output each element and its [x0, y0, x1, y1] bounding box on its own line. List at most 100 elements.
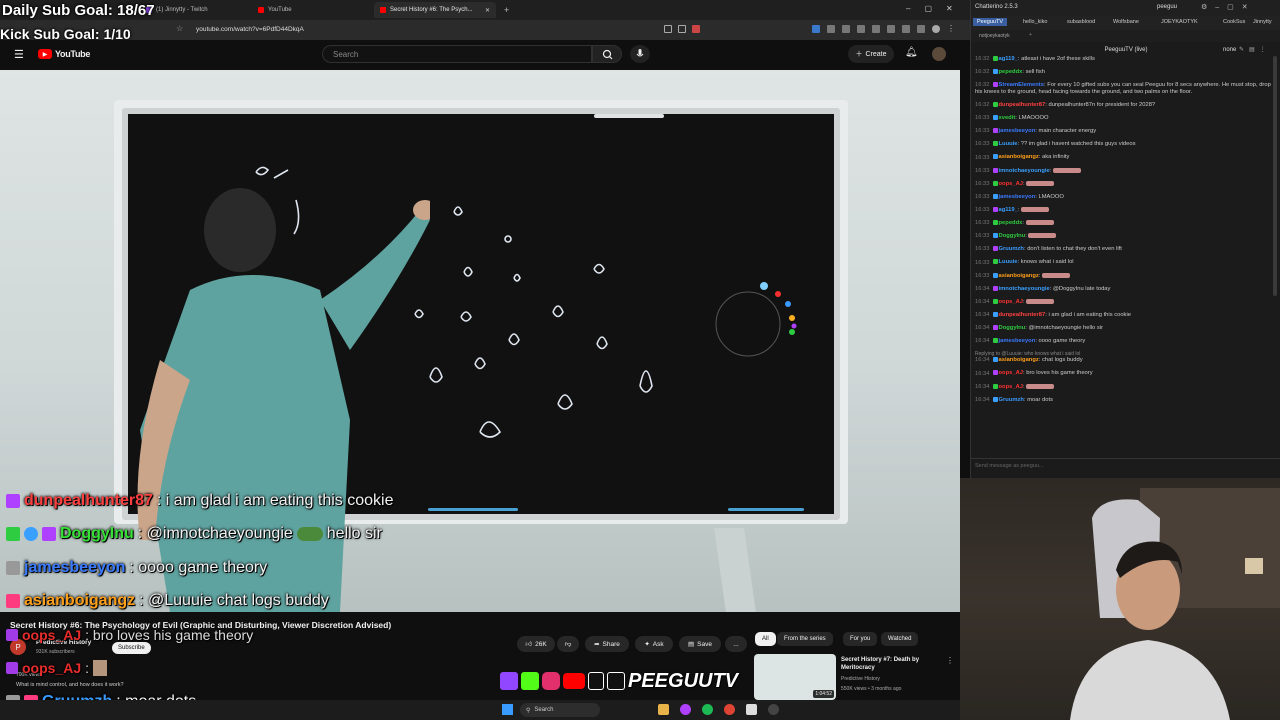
dislike-button[interactable]: 👎︎: [557, 636, 579, 652]
search-button[interactable]: [592, 45, 622, 63]
spotify-icon[interactable]: [702, 704, 713, 715]
chat-username[interactable]: imnotchaeyoungie: [999, 286, 1050, 292]
youtube-play-icon: ▶: [38, 49, 52, 59]
chat-username[interactable]: ag119_: [999, 56, 1018, 62]
chip-from-series[interactable]: From the series: [777, 632, 833, 646]
extension-icon[interactable]: [827, 25, 835, 33]
chat-username[interactable]: jamesbeeyon: [999, 194, 1036, 200]
suggested-thumbnail[interactable]: 1:04:52: [754, 654, 836, 700]
chat-username[interactable]: jamesbeeyon: [999, 128, 1036, 134]
bookmark-icon[interactable]: ☆: [176, 24, 183, 33]
chat-username[interactable]: jamesbeeyon: [999, 338, 1036, 344]
chat-username[interactable]: DoggyInu: [999, 325, 1026, 331]
chat-username[interactable]: asianboigangz: [999, 155, 1039, 161]
youtube-logo[interactable]: ▶ YouTube: [38, 49, 90, 59]
chat-badge-icon: [992, 325, 998, 331]
window-controls[interactable]: –▢✕: [906, 4, 967, 13]
chat-username[interactable]: ag119_: [999, 207, 1018, 213]
chat-username[interactable]: xvedit: [999, 115, 1016, 121]
search-input[interactable]: Search: [322, 45, 592, 63]
close-icon[interactable]: ✕: [485, 7, 490, 14]
tab-youtube[interactable]: YouTube: [252, 2, 372, 18]
more-actions-button[interactable]: ...: [725, 636, 747, 652]
cast-icon[interactable]: [664, 25, 672, 33]
chat-scrollbar[interactable]: [1273, 56, 1277, 296]
youtube-icon: [563, 673, 585, 689]
ask-button[interactable]: ✦ Ask: [635, 636, 673, 652]
avatar[interactable]: [932, 47, 946, 61]
chat-username[interactable]: dunpealhunter87: [999, 312, 1046, 318]
tab-twitch[interactable]: (1) Jinnytty - Twitch: [140, 2, 250, 18]
chat-tab[interactable]: Wolfsbane: [1113, 19, 1139, 25]
chat-username[interactable]: dunpealhunter87: [999, 102, 1046, 108]
window-controls[interactable]: ⚙–▢✕: [1201, 3, 1256, 11]
windows-start-icon[interactable]: [502, 704, 513, 715]
chat-username[interactable]: imnotchaeyoungie: [999, 168, 1050, 174]
voice-search-button[interactable]: [630, 45, 650, 63]
subscribe-button[interactable]: Subscribe: [112, 642, 151, 654]
suggested-title[interactable]: Secret History #7: Death by Meritocracy: [841, 656, 933, 672]
share-button[interactable]: ➦ Share: [585, 636, 629, 652]
chat-username[interactable]: oops_AJ: [999, 181, 1023, 187]
extension-icon[interactable]: [692, 25, 700, 33]
chat-tab[interactable]: subasblood: [1067, 19, 1095, 25]
share-icon[interactable]: [678, 25, 686, 33]
chat-tab[interactable]: CookSus: [1223, 19, 1245, 25]
add-tab-button[interactable]: +: [1029, 32, 1032, 38]
obs-icon[interactable]: [768, 704, 779, 715]
description-snippet[interactable]: What is mind control, and how does it wo…: [16, 682, 124, 688]
chat-tab[interactable]: Jinnytty: [1253, 19, 1272, 25]
channel-actions[interactable]: ✎▤⋮: [1239, 44, 1271, 56]
extension-icon[interactable]: [812, 25, 820, 33]
extension-icon[interactable]: [917, 25, 925, 33]
chat-username[interactable]: pepeddx: [999, 69, 1023, 75]
extension-icon[interactable]: [872, 25, 880, 33]
chip-all[interactable]: All: [755, 632, 776, 646]
extension-icon[interactable]: [842, 25, 850, 33]
chat-timestamp: 16:33: [975, 154, 990, 161]
chat-username[interactable]: asianboigangz: [999, 273, 1039, 279]
tab-active-video[interactable]: Secret History #6: The Psych... ✕: [374, 2, 496, 18]
taskbar-search[interactable]: ⚲ Search: [520, 703, 600, 717]
chat-username[interactable]: oops_AJ: [999, 299, 1023, 305]
chat-username[interactable]: Gruumzh: [999, 397, 1024, 403]
chat-username[interactable]: Luuuie: [999, 260, 1018, 266]
extension-icon[interactable]: [902, 25, 910, 33]
extension-icon[interactable]: [857, 25, 865, 33]
browser-icon[interactable]: [724, 704, 735, 715]
chat-tab[interactable]: JOEYKAOTYK: [1161, 19, 1198, 25]
profile-icon[interactable]: [932, 25, 940, 33]
chat-tab[interactable]: hello_kiko: [1023, 19, 1047, 25]
extension-icon[interactable]: [887, 25, 895, 33]
chat-timestamp: 16:33: [975, 233, 990, 240]
chip-watched[interactable]: Watched: [881, 632, 919, 646]
chat-username[interactable]: oops_AJ: [999, 371, 1023, 377]
chat-tab[interactable]: PeeguuTV: [973, 18, 1007, 26]
app-icon[interactable]: [746, 704, 757, 715]
chat-username[interactable]: DoggyInu: [999, 233, 1026, 239]
file-explorer-icon[interactable]: [658, 704, 669, 715]
menu-kebab-icon[interactable]: ⋮: [946, 656, 954, 665]
hamburger-menu-icon[interactable]: ☰: [14, 48, 24, 61]
url-field[interactable]: youtube.com/watch?v=6PdfD44DkqA: [196, 24, 661, 36]
menu-kebab-icon[interactable]: ⋮: [947, 25, 955, 35]
chat-username[interactable]: Luuuie: [999, 141, 1018, 147]
chip-for-you[interactable]: For you: [843, 632, 878, 646]
chat-input[interactable]: Send message as peeguu...: [971, 458, 1280, 478]
new-tab-button[interactable]: +: [498, 2, 512, 18]
app-icon[interactable]: [680, 704, 691, 715]
chat-username[interactable]: StreamElements: [999, 82, 1044, 88]
chat-username[interactable]: oops_AJ: [999, 384, 1023, 390]
webcam-feed: [960, 478, 1280, 720]
notification-bell-icon[interactable]: 🔔︎: [905, 47, 918, 58]
chatterino-tab-bar: PeeguuTV hello_kiko subasblood Wolfsbane…: [971, 16, 1280, 30]
create-button[interactable]: ＋ Create: [848, 45, 894, 63]
save-button[interactable]: ▤ Save: [679, 636, 721, 652]
chat-username[interactable]: Gruumzh: [999, 246, 1024, 252]
like-button[interactable]: 👍︎ 26K: [517, 636, 555, 652]
chat-badge-icon: [992, 141, 998, 147]
chat-username[interactable]: asianboigangz: [999, 357, 1039, 363]
chat-username[interactable]: pepeddx: [999, 220, 1023, 226]
chat-tab[interactable]: notjoeykaotyk: [979, 33, 1010, 39]
account-name[interactable]: peeguu: [1157, 4, 1177, 10]
